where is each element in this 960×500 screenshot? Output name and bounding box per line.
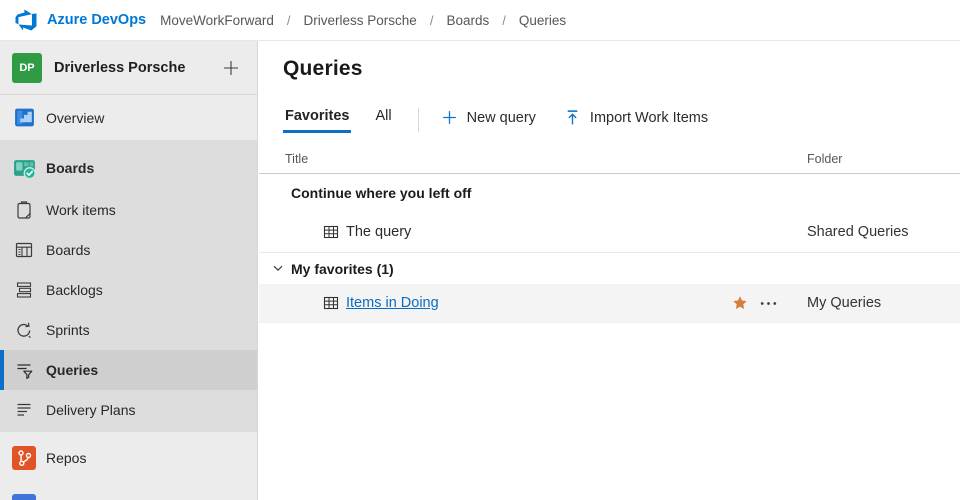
top-bar: Azure DevOps MoveWorkForward / Driverles… [0, 0, 960, 41]
sidebar-boards-group: Boards Work items Boards [0, 140, 257, 432]
sidebar-item-label: Boards [46, 160, 94, 176]
overview-icon [12, 106, 36, 130]
add-project-icon[interactable] [221, 58, 241, 78]
plus-icon [441, 109, 458, 126]
tabbar-divider [418, 108, 419, 132]
repos-icon [12, 446, 36, 470]
tab-bar: Favorites All New query Import Work Item… [283, 108, 736, 133]
query-grid-icon [323, 224, 339, 240]
tab-favorites[interactable]: Favorites [283, 108, 351, 133]
breadcrumb-separator: / [430, 13, 434, 28]
page-title: Queries [283, 57, 363, 81]
main-content: Queries Favorites All New query Import W… [259, 41, 960, 500]
import-upload-icon [564, 109, 581, 126]
queries-table: Title Folder Continue where you left off… [259, 145, 960, 323]
breadcrumb-project[interactable]: Driverless Porsche [304, 13, 417, 28]
tab-all[interactable]: All [373, 108, 393, 130]
section-header-label: Continue where you left off [291, 185, 471, 201]
breadcrumb-boards[interactable]: Boards [446, 13, 489, 28]
sidebar-item-label: Repos [46, 450, 86, 466]
breadcrumb-separator: / [287, 13, 291, 28]
section-continue-where-you-left-off: Continue where you left off [259, 174, 960, 211]
sidebar-item-boards-hub[interactable]: Boards [0, 146, 257, 190]
favorite-star-icon[interactable] [732, 295, 748, 311]
product-name[interactable]: Azure DevOps [47, 12, 146, 28]
sidebar-item-work-items[interactable]: Work items [0, 190, 257, 230]
breadcrumb-separator: / [502, 13, 506, 28]
table-header-row: Title Folder [259, 145, 960, 174]
sidebar-item-label: Boards [46, 242, 90, 258]
breadcrumb-organization[interactable]: MoveWorkForward [160, 13, 274, 28]
query-title[interactable]: The query [346, 224, 411, 240]
sidebar-item-queries[interactable]: Queries [0, 350, 257, 390]
section-my-favorites[interactable]: My favorites (1) [259, 253, 960, 284]
section-header-label: My favorites (1) [291, 261, 394, 277]
queries-icon [12, 358, 36, 382]
sidebar-item-boards[interactable]: Boards [0, 230, 257, 270]
sprints-icon [12, 318, 36, 342]
project-name: Driverless Porsche [54, 60, 221, 76]
breadcrumb: MoveWorkForward / Driverless Porsche / B… [160, 13, 566, 28]
sidebar-item-label: Sprints [46, 322, 90, 338]
sidebar-item-label: Work items [46, 202, 116, 218]
sidebar: DP Driverless Porsche Overview [0, 41, 258, 500]
query-folder: Shared Queries [807, 224, 909, 240]
sidebar-item-delivery-plans[interactable]: Delivery Plans [0, 390, 257, 430]
column-header-title: Title [285, 152, 308, 166]
project-avatar[interactable]: DP [12, 53, 42, 83]
board-icon [12, 238, 36, 262]
sidebar-item-label: Backlogs [46, 282, 103, 298]
query-row-items-in-doing[interactable]: Items in Doing My Queries [259, 284, 960, 323]
project-header: DP Driverless Porsche [0, 41, 257, 95]
sidebar-item-label: Delivery Plans [46, 402, 135, 418]
query-folder: My Queries [807, 295, 881, 311]
import-work-items-label: Import Work Items [590, 110, 708, 126]
sidebar-item-backlogs[interactable]: Backlogs [0, 270, 257, 310]
backlogs-icon [12, 278, 36, 302]
sidebar-item-overview[interactable]: Overview [0, 95, 257, 140]
import-work-items-button[interactable]: Import Work Items [564, 108, 708, 126]
column-header-folder: Folder [807, 152, 842, 166]
sidebar-item-pipelines[interactable]: Pipelines [0, 486, 257, 500]
new-query-label: New query [467, 110, 536, 126]
sidebar-item-label: Overview [46, 110, 104, 126]
azure-devops-logo-icon[interactable] [14, 8, 38, 32]
delivery-plans-icon [12, 398, 36, 422]
sidebar-item-label: Queries [46, 362, 98, 378]
more-actions-icon[interactable] [760, 295, 777, 311]
chevron-down-icon[interactable] [273, 265, 283, 272]
pipelines-icon [12, 494, 36, 500]
work-items-icon [12, 198, 36, 222]
sidebar-item-repos[interactable]: Repos [0, 438, 257, 478]
query-title-link[interactable]: Items in Doing [346, 295, 439, 311]
new-query-button[interactable]: New query [441, 108, 536, 126]
sidebar-item-sprints[interactable]: Sprints [0, 310, 257, 350]
query-row-the-query[interactable]: The query Shared Queries [259, 211, 960, 253]
boards-hub-icon [12, 156, 36, 180]
breadcrumb-queries[interactable]: Queries [519, 13, 566, 28]
query-grid-icon [323, 295, 339, 311]
